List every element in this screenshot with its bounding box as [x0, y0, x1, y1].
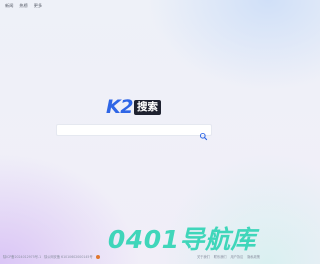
footer-link-contact[interactable]: 联系我们 — [214, 254, 227, 259]
nav-link-hot[interactable]: 热榜 — [19, 3, 27, 9]
icp-link[interactable]: 陕ICP备2024012975号-1 — [3, 254, 41, 259]
watermark-text: 0401导航库 — [107, 225, 256, 254]
search-box — [56, 124, 212, 144]
search-icon[interactable] — [199, 126, 208, 141]
police-record-link[interactable]: 陕公网安备 61010602000145号 — [44, 254, 93, 259]
footer-link-about[interactable]: 关于我们 — [197, 254, 210, 259]
nav-link-more[interactable]: 更多 — [34, 3, 42, 9]
footer-link-agreement[interactable]: 用户协议 — [231, 254, 244, 259]
footer-right: 关于我们 联系我们 用户协议 隐私政策 — [197, 254, 260, 259]
logo-cn: 搜索 — [133, 100, 161, 115]
logo: K2 搜索 — [106, 98, 161, 117]
top-nav: 新闻 热榜 更多 — [5, 3, 42, 9]
search-input[interactable] — [57, 134, 205, 144]
nav-link-news[interactable]: 新闻 — [5, 3, 13, 9]
footer-link-privacy[interactable]: 隐私政策 — [247, 254, 260, 259]
footer-left: 陕ICP备2024012975号-1 陕公网安备 61010602000145号 — [3, 254, 100, 259]
logo-latin: K2 — [106, 96, 133, 118]
police-badge-icon — [95, 254, 100, 259]
